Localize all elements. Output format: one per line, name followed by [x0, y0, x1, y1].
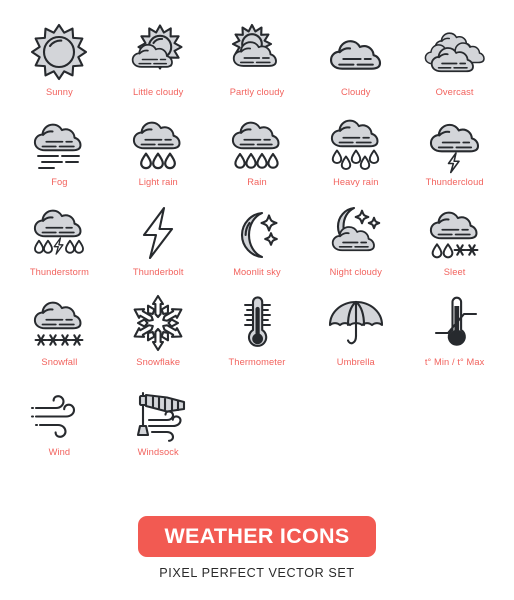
thermometer-min-max-icon — [424, 292, 486, 354]
icon-sheet: Sunny Little cloudy Partly cloudy Cloudy — [0, 0, 514, 600]
cloud-with-bolt-icon — [424, 112, 486, 174]
icon-caption: Snowfall — [41, 357, 78, 367]
cloud-with-drops-and-bolt-icon — [28, 202, 90, 264]
icon-caption: Fog — [51, 177, 68, 187]
multiple-clouds-icon — [424, 22, 486, 84]
snowflake-icon — [127, 292, 189, 354]
icon-cell-umbrella[interactable]: Umbrella — [306, 292, 405, 382]
cloud-with-five-drops-icon — [325, 112, 387, 174]
icon-cell-sun[interactable]: Sunny — [10, 22, 109, 112]
cloud-with-fog-lines-icon — [28, 112, 90, 174]
icon-caption: Windsock — [137, 447, 179, 457]
cloud-with-snowflakes-icon — [28, 292, 90, 354]
icon-cell-cloud-with-fog-lines[interactable]: Fog — [10, 112, 109, 202]
sun-behind-small-cloud-icon — [127, 22, 189, 84]
crescent-moon-with-stars-icon — [226, 202, 288, 264]
icon-caption: Thunderstorm — [29, 267, 89, 277]
icon-caption: Wind — [48, 447, 71, 457]
lightning-bolt-icon — [127, 202, 189, 264]
icon-caption: t° Min / t° Max — [424, 357, 485, 367]
icon-cell-multiple-clouds[interactable]: Overcast — [405, 22, 504, 112]
icon-cell-wind[interactable]: Wind — [10, 382, 109, 472]
icon-caption: Night cloudy — [329, 267, 382, 277]
wind-icon — [28, 382, 90, 444]
banner-subtitle: PIXEL PERFECT VECTOR SET — [159, 566, 355, 580]
icon-caption: Light rain — [138, 177, 178, 187]
icon-caption: Umbrella — [336, 357, 375, 367]
icon-cell-cloud-with-drops-and-bolt[interactable]: Thunderstorm — [10, 202, 109, 292]
icon-cell-sun-behind-small-cloud[interactable]: Little cloudy — [109, 22, 208, 112]
icon-cell-cloud-with-three-drops[interactable]: Light rain — [109, 112, 208, 202]
sun-icon — [28, 22, 90, 84]
icon-caption: Cloudy — [341, 87, 371, 97]
icon-cell-sun-behind-cloud[interactable]: Partly cloudy — [208, 22, 307, 112]
icon-caption: Overcast — [435, 87, 474, 97]
icon-cell-thermometer[interactable]: Thermometer — [208, 292, 307, 382]
cloud-with-three-drops-icon — [127, 112, 189, 174]
icon-caption: Sleet — [443, 267, 466, 277]
icon-caption: Rain — [247, 177, 267, 187]
icon-cell-moon-behind-cloud[interactable]: Night cloudy — [306, 202, 405, 292]
thermometer-icon — [226, 292, 288, 354]
icon-cell-cloud[interactable]: Cloudy — [306, 22, 405, 112]
icon-cell-cloud-with-drops-and-snowflakes[interactable]: Sleet — [405, 202, 504, 292]
icon-cell-cloud-with-five-drops[interactable]: Heavy rain — [306, 112, 405, 202]
icon-cell-thermometer-min-max[interactable]: t° Min / t° Max — [405, 292, 504, 382]
icon-cell-snowflake[interactable]: Snowflake — [109, 292, 208, 382]
icon-caption: Snowflake — [136, 357, 181, 367]
umbrella-icon — [325, 292, 387, 354]
sun-behind-cloud-icon — [226, 22, 288, 84]
cloud-with-four-drops-icon — [226, 112, 288, 174]
icon-grid: Sunny Little cloudy Partly cloudy Cloudy — [0, 0, 514, 472]
icon-cell-windsock[interactable]: Windsock — [109, 382, 208, 472]
icon-cell-cloud-with-bolt[interactable]: Thundercloud — [405, 112, 504, 202]
moon-behind-cloud-icon — [325, 202, 387, 264]
icon-caption: Moonlit sky — [233, 267, 281, 277]
footer: WEATHER ICONS PIXEL PERFECT VECTOR SET — [0, 516, 514, 600]
icon-caption: Thunderbolt — [132, 267, 184, 277]
icon-caption: Thermometer — [228, 357, 286, 367]
icon-cell-cloud-with-snowflakes[interactable]: Snowfall — [10, 292, 109, 382]
cloud-with-drops-and-snowflakes-icon — [424, 202, 486, 264]
icon-caption: Sunny — [45, 87, 73, 97]
icon-caption: Heavy rain — [333, 177, 379, 187]
icon-cell-lightning-bolt[interactable]: Thunderbolt — [109, 202, 208, 292]
windsock-icon — [127, 382, 189, 444]
banner-title: WEATHER ICONS — [138, 516, 376, 557]
icon-caption: Partly cloudy — [229, 87, 285, 97]
icon-caption: Thundercloud — [425, 177, 484, 187]
icon-cell-cloud-with-four-drops[interactable]: Rain — [208, 112, 307, 202]
icon-cell-crescent-moon-with-stars[interactable]: Moonlit sky — [208, 202, 307, 292]
cloud-icon — [325, 22, 387, 84]
icon-caption: Little cloudy — [132, 87, 184, 97]
